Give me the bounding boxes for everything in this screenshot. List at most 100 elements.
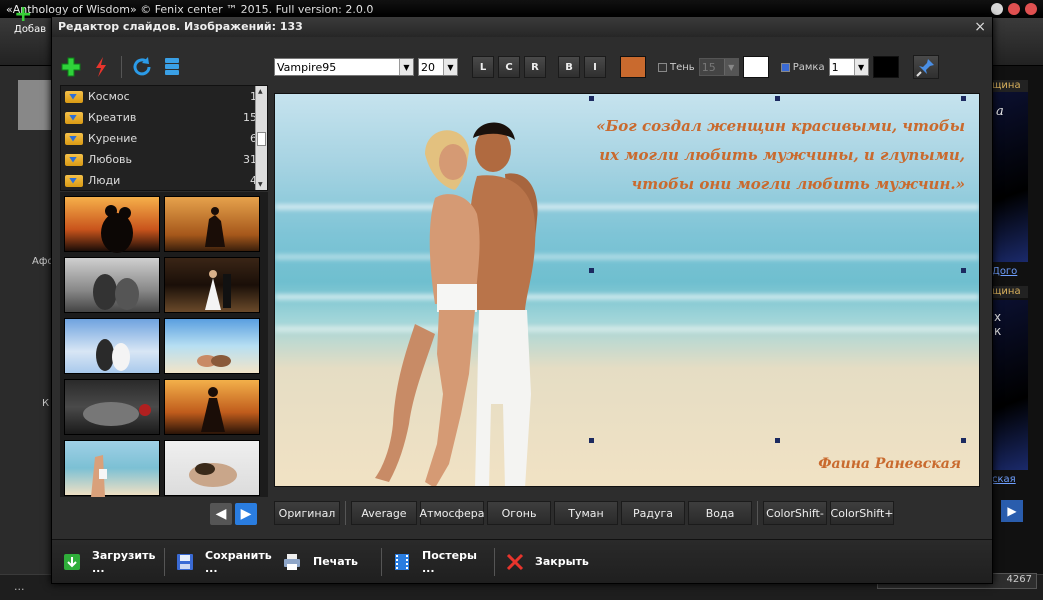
thumbnail[interactable] <box>64 440 160 497</box>
chevron-down-icon: ▼ <box>853 59 868 75</box>
resize-handle[interactable] <box>775 96 780 101</box>
effect-button[interactable]: Туман <box>554 501 618 525</box>
close-button[interactable]: Закрыть <box>495 544 595 580</box>
chevron-down-icon: ▼ <box>399 59 413 75</box>
printer-icon <box>281 551 303 573</box>
add-icon[interactable] <box>58 54 84 80</box>
frame-size-select[interactable]: 1 ▼ <box>828 58 869 76</box>
category-name: Креатив <box>88 111 137 124</box>
save-button[interactable]: Сохранить ... <box>165 544 272 580</box>
resize-handle[interactable] <box>775 438 780 443</box>
folder-icon <box>65 111 83 124</box>
resize-handle[interactable] <box>589 438 594 443</box>
list-item[interactable]: Космос 1 <box>61 86 267 107</box>
database-icon[interactable] <box>159 54 185 80</box>
chevron-down-icon: ▼ <box>443 59 457 75</box>
thumbnail[interactable] <box>164 257 260 313</box>
resize-handle[interactable] <box>961 96 966 101</box>
text-color-button[interactable] <box>620 56 646 78</box>
list-item[interactable]: Креатив 15 <box>61 107 267 128</box>
arrow-left-icon: ◀ <box>215 506 227 522</box>
shadow-color-button[interactable] <box>742 56 769 78</box>
bold-button[interactable]: B <box>558 56 580 78</box>
frame-label: Рамка <box>792 61 825 73</box>
resize-handle[interactable] <box>961 438 966 443</box>
right-text-2: х к <box>994 310 1002 338</box>
left-label-2: К <box>42 398 50 409</box>
download-icon <box>62 551 82 573</box>
thumbnail[interactable] <box>164 440 260 496</box>
scroll-thumb[interactable] <box>257 132 266 146</box>
close-app-button[interactable] <box>1025 3 1037 15</box>
dialog-close-button[interactable]: × <box>974 19 986 35</box>
add-label: Добав <box>14 24 47 35</box>
folder-icon <box>65 132 83 145</box>
list-item[interactable]: Люди 4 <box>61 170 267 190</box>
resize-handle[interactable] <box>961 268 966 273</box>
chevron-down-icon: ▼ <box>723 59 738 75</box>
image-thumbnails <box>60 192 268 497</box>
slide-canvas[interactable]: «Бог создал женщин красивыми, чтобы их м… <box>274 93 980 487</box>
minimize-button[interactable] <box>991 3 1003 15</box>
print-button[interactable]: Печать <box>271 544 381 580</box>
frame-checkbox[interactable] <box>780 62 790 72</box>
thumbnail[interactable] <box>164 196 260 252</box>
flash-icon[interactable] <box>88 54 114 80</box>
pin-button[interactable] <box>912 55 939 79</box>
effect-original-button[interactable]: Оригинал <box>274 501 340 525</box>
resize-handle[interactable] <box>589 268 594 273</box>
frame-toggle[interactable]: Рамка <box>780 61 825 73</box>
font-select[interactable]: Vampire95 ▼ <box>274 58 414 76</box>
list-item[interactable]: Любовь 31 <box>61 149 267 170</box>
effect-button[interactable]: Average <box>351 501 417 525</box>
effect-button[interactable]: Вода <box>688 501 752 525</box>
shadow-toggle[interactable]: Тень <box>658 62 695 73</box>
next-thumbs-button[interactable]: ▶ <box>235 503 257 525</box>
thumbnail[interactable] <box>164 379 260 435</box>
align-center-button[interactable]: C <box>498 56 520 78</box>
font-size-select[interactable]: 20 ▼ <box>418 58 458 76</box>
resize-handle[interactable] <box>589 96 594 101</box>
left-toolbar <box>58 49 268 85</box>
effect-button[interactable]: Радуга <box>621 501 685 525</box>
align-left-button[interactable]: L <box>472 56 494 78</box>
window-controls <box>991 3 1037 15</box>
colorshift-plus-button[interactable]: ColorShift+ <box>830 501 894 525</box>
slide-quote[interactable]: «Бог создал женщин красивыми, чтобы их м… <box>595 112 965 199</box>
shadow-checkbox[interactable] <box>658 62 667 72</box>
thumbnail[interactable] <box>64 318 160 374</box>
right-link-2[interactable]: ская <box>992 474 1028 486</box>
category-scrollbar[interactable]: ▲ ▼ <box>255 86 267 190</box>
shadow-size: 15 <box>701 60 716 74</box>
effect-button[interactable]: Огонь <box>487 501 551 525</box>
app-title: «Anthology of Wisdom» © Fenix center ™ 2… <box>6 3 374 16</box>
posters-button[interactable]: Постеры ... <box>382 544 494 580</box>
thumbnail[interactable] <box>64 196 160 253</box>
scroll-up-icon[interactable]: ▲ <box>258 88 263 95</box>
shadow-label: Тень <box>670 61 695 73</box>
frame-color-button[interactable] <box>872 56 899 78</box>
thumbnail[interactable] <box>64 379 160 435</box>
next-page-button[interactable]: ▶ <box>1001 500 1023 522</box>
effect-button[interactable]: Атмосфера <box>420 501 484 525</box>
load-button[interactable]: Загрузить ... <box>52 544 164 580</box>
list-item[interactable]: Курение 6 <box>61 128 267 149</box>
save-icon <box>175 551 195 573</box>
thumbnail[interactable] <box>64 257 160 313</box>
slide-author[interactable]: Фаина Раневская <box>818 456 961 472</box>
thumbnail[interactable] <box>164 318 260 374</box>
align-right-button[interactable]: R <box>524 56 546 78</box>
format-toolbar: Vampire95 ▼ 20 ▼ L C R B I Тень 15 ▼ Рамка … <box>274 53 986 81</box>
category-name: Любовь <box>88 153 133 166</box>
font-name: Vampire95 <box>277 60 337 74</box>
add-button[interactable]: + Добав <box>14 4 52 46</box>
load-label: Загрузить ... <box>92 548 156 575</box>
right-link-1[interactable]: Дого <box>992 266 1028 278</box>
maximize-button[interactable] <box>1008 3 1020 15</box>
refresh-icon[interactable] <box>129 54 155 80</box>
italic-button[interactable]: I <box>584 56 606 78</box>
colorshift-minus-button[interactable]: ColorShift- <box>763 501 827 525</box>
prev-page-button[interactable]: ◀ <box>210 503 232 525</box>
scroll-down-icon[interactable]: ▼ <box>258 181 263 188</box>
shadow-size-select[interactable]: 15 ▼ <box>698 58 739 76</box>
